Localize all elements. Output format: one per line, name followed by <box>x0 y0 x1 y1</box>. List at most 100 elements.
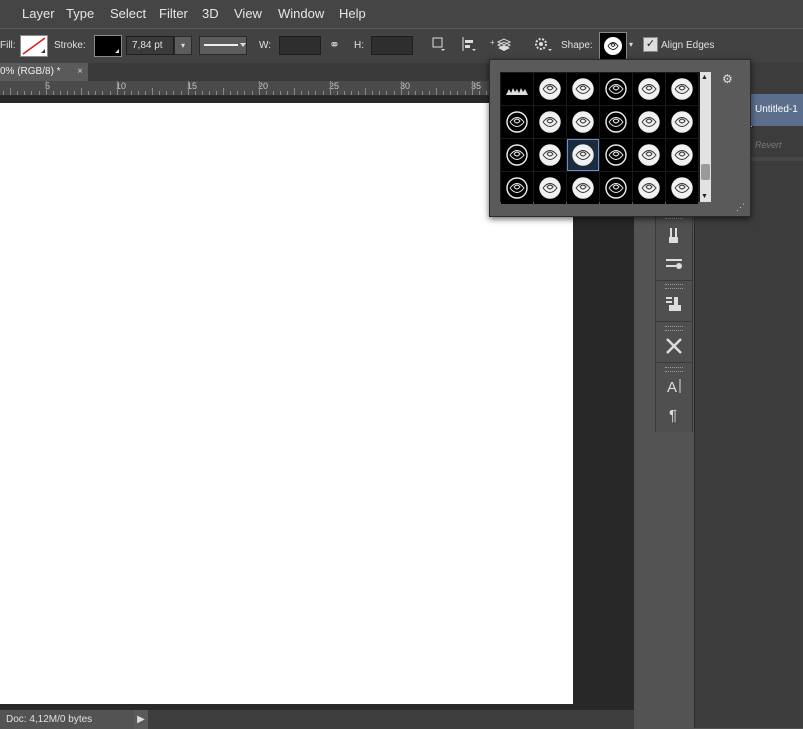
ruler-tick <box>187 81 189 95</box>
shape-dropdown-icon[interactable]: ▾ <box>626 36 636 55</box>
ruler-tick <box>294 88 296 95</box>
status-bar: Doc: 4,12M/0 bytes ▶ <box>0 709 634 729</box>
rose-shape-icon[interactable] <box>501 73 533 105</box>
stroke-type-dropdown[interactable] <box>199 36 247 55</box>
rose-shape-icon[interactable] <box>501 139 533 171</box>
menu-3d[interactable]: 3D <box>202 6 219 21</box>
rose-shape-icon[interactable] <box>633 172 665 204</box>
scroll-down-icon[interactable]: ▼ <box>701 193 708 200</box>
rose-shape-icon[interactable] <box>534 172 566 204</box>
document-info: Doc: 4,12M/0 bytes <box>0 710 134 729</box>
stroke-width-field[interactable]: 7,84 pt <box>126 36 174 55</box>
ruler-tick <box>308 91 310 95</box>
scrollbar-thumb[interactable] <box>701 164 710 180</box>
document-tab[interactable]: 0% (RGB/8) * × <box>0 63 88 81</box>
height-field[interactable] <box>371 36 413 55</box>
brush-panel-icon[interactable] <box>664 254 684 274</box>
panel-grip[interactable] <box>665 326 683 331</box>
rose-shape-icon[interactable] <box>534 106 566 138</box>
paragraph-panel-icon[interactable]: ¶ <box>664 404 684 424</box>
rose-shape-icon[interactable] <box>666 139 698 171</box>
menu-window[interactable]: Window <box>278 6 324 21</box>
fill-swatch[interactable] <box>20 35 48 57</box>
ruler-tick <box>3 91 4 95</box>
document-canvas[interactable] <box>0 103 573 704</box>
rose-shape-icon[interactable] <box>567 73 599 105</box>
svg-text:¶: ¶ <box>669 407 677 424</box>
ruler-tick <box>208 91 210 95</box>
ruler-tick <box>407 91 409 95</box>
ruler-tick <box>450 91 452 95</box>
shape-label: Shape: <box>561 40 593 51</box>
ruler-tick <box>145 91 146 95</box>
rose-shape-icon[interactable] <box>599 32 627 60</box>
close-icon[interactable]: × <box>77 63 83 81</box>
rose-shape-icon[interactable] <box>666 73 698 105</box>
ruler-tick <box>279 91 281 95</box>
rose-shape-icon[interactable] <box>600 172 632 204</box>
menu-type[interactable]: Type <box>66 6 94 21</box>
rose-shape-icon[interactable] <box>567 106 599 138</box>
ruler-tick <box>421 91 423 95</box>
rose-shape-icon[interactable] <box>567 139 599 171</box>
path-operations-icon[interactable] <box>432 36 446 55</box>
ruler-tick <box>365 88 367 95</box>
gear-icon[interactable]: ⚙ <box>722 72 733 86</box>
rose-shape-icon[interactable] <box>633 139 665 171</box>
width-field[interactable] <box>279 36 321 55</box>
ruler-tick <box>173 91 175 95</box>
menu-filter[interactable]: Filter <box>159 6 188 21</box>
rose-shape-icon[interactable] <box>600 139 632 171</box>
scroll-up-icon[interactable]: ▲ <box>701 74 708 81</box>
stroke-swatch[interactable] <box>94 35 122 57</box>
ruler-tick <box>386 91 388 95</box>
history-snapshot-item[interactable]: Untitled-1 <box>751 94 803 126</box>
rose-shape-icon[interactable] <box>666 106 698 138</box>
panel-grip[interactable] <box>665 284 683 289</box>
ruler-tick <box>414 91 416 95</box>
ruler-tick <box>329 81 331 95</box>
resize-handle-icon[interactable]: ⋰ <box>736 202 745 213</box>
ruler-tick <box>17 91 19 95</box>
ruler-tick <box>180 91 182 95</box>
rose-shape-icon[interactable] <box>666 172 698 204</box>
shape-grid <box>500 72 700 204</box>
stroke-width-dropdown[interactable]: ▾ <box>174 36 192 55</box>
menu-layer[interactable]: Layer <box>22 6 55 21</box>
ruler-tick <box>358 91 359 95</box>
ruler-tick <box>123 91 125 95</box>
rose-shape-icon[interactable] <box>600 106 632 138</box>
align-edges-checkbox[interactable]: ✓ <box>643 37 658 52</box>
status-menu-arrow-icon[interactable]: ▶ <box>134 710 148 729</box>
link-icon[interactable]: ⚭ <box>329 37 340 53</box>
menu-select[interactable]: Select <box>110 6 146 21</box>
ruler-tick <box>59 91 61 95</box>
menu-view[interactable]: View <box>234 6 262 21</box>
rose-shape-icon[interactable] <box>567 172 599 204</box>
shape-picker-scrollbar[interactable]: ▲ ▼ <box>700 72 711 202</box>
ruler-tick <box>400 81 402 95</box>
ruler-tick <box>201 91 203 95</box>
rose-shape-icon[interactable] <box>501 172 533 204</box>
rose-shape-icon[interactable] <box>633 73 665 105</box>
ruler-tick <box>464 91 466 95</box>
character-panel-icon[interactable]: A <box>664 376 684 396</box>
rose-shape-icon[interactable] <box>534 139 566 171</box>
tool-presets-icon[interactable] <box>664 336 684 356</box>
menu-help[interactable]: Help <box>339 6 366 21</box>
rose-shape-icon[interactable] <box>501 106 533 138</box>
brush-presets-icon[interactable] <box>664 226 684 246</box>
rose-shape-icon[interactable] <box>534 73 566 105</box>
rose-shape-icon[interactable] <box>633 106 665 138</box>
stroke-line-icon <box>204 43 246 47</box>
horizontal-ruler: 5 10 15 20 25 30 35 <box>0 81 490 96</box>
ruler-tick <box>258 81 260 95</box>
path-alignment-icon[interactable] <box>461 36 477 55</box>
panel-grip[interactable] <box>665 367 683 372</box>
path-arrangement-icon[interactable]: + <box>490 36 512 55</box>
height-label: H: <box>354 40 364 51</box>
gear-icon[interactable] <box>533 36 553 55</box>
ruler-tick <box>38 91 40 95</box>
clone-source-icon[interactable] <box>664 294 684 314</box>
rose-shape-icon[interactable] <box>600 73 632 105</box>
